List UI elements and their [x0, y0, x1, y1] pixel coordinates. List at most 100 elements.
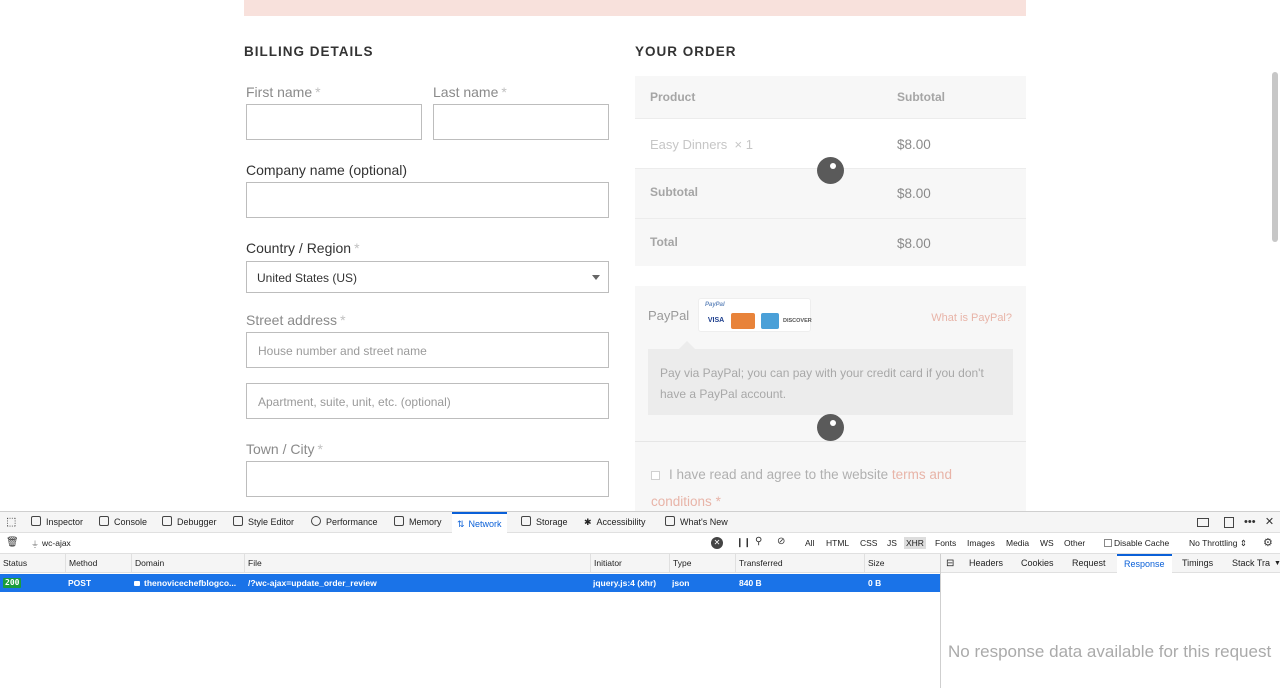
filter-type-ws[interactable]: WS — [1040, 538, 1054, 548]
tab-accessibility[interactable]: ✱ Accessibility — [584, 512, 646, 533]
request-type: json — [672, 578, 690, 588]
filter-type-other[interactable]: Other — [1064, 538, 1085, 548]
col-transferred[interactable]: Transferred — [735, 554, 783, 573]
table-row[interactable]: 200 POST thenovicechefblogco... /?wc-aja… — [0, 574, 940, 592]
filter-type-js[interactable]: JS — [887, 538, 897, 548]
what-is-paypal-link[interactable]: What is PayPal? — [931, 312, 1012, 324]
col-domain[interactable]: Domain — [131, 554, 164, 573]
request-method: POST — [68, 578, 92, 588]
tab-label: Style Editor — [248, 517, 295, 527]
order-item-name: Easy Dinners × 1 — [650, 137, 753, 152]
order-item-price: $8.00 — [897, 137, 931, 152]
col-product: Product — [650, 90, 696, 104]
company-input[interactable] — [246, 182, 609, 218]
filter-type-all[interactable]: All — [805, 538, 814, 548]
paypal-card-logos: PayPal VISA DISCOVER — [698, 298, 812, 332]
required-mark: * — [715, 494, 721, 509]
disable-cache-label: Disable Cache — [1114, 538, 1170, 548]
col-status[interactable]: Status — [0, 554, 27, 573]
accessibility-icon: ✱ — [584, 517, 592, 527]
terms-text: I have read and agree to the website — [669, 467, 889, 482]
last-name-input[interactable] — [433, 104, 609, 140]
search-icon[interactable]: ⚲ — [755, 536, 762, 547]
tab-whats-new[interactable]: What's New — [665, 512, 728, 533]
street-address-1-input[interactable]: House number and street name — [246, 332, 609, 368]
memory-icon — [394, 516, 404, 526]
trash-icon[interactable]: 🗑 — [6, 537, 19, 548]
filter-type-xhr[interactable]: XHR — [904, 537, 926, 549]
total-label: Total — [650, 235, 678, 249]
filter-input[interactable]: wc-ajax — [42, 538, 71, 548]
required-mark: * — [340, 312, 346, 328]
disable-cache-toggle[interactable]: Disable Cache — [1104, 538, 1169, 548]
street-address-2-input[interactable]: Apartment, suite, unit, etc. (optional) — [246, 383, 609, 419]
console-icon — [99, 516, 109, 526]
throttling-select[interactable]: No Throttling ⇕ — [1189, 538, 1247, 549]
request-file: /?wc-ajax=update_order_review — [248, 578, 377, 588]
dock-icon[interactable] — [1197, 518, 1209, 527]
col-initiator[interactable]: Initiator — [590, 554, 622, 573]
payment-box: PayPal PayPal VISA DISCOVER What is PayP… — [635, 286, 1026, 511]
request-transferred: 840 B — [739, 578, 762, 588]
filter-type-html[interactable]: HTML — [826, 538, 849, 548]
tab-network[interactable]: ⇅ Network — [452, 512, 507, 533]
filter-type-css[interactable]: CSS — [860, 538, 877, 548]
tab-style-editor[interactable]: Style Editor — [233, 512, 294, 533]
mastercard-icon — [731, 313, 755, 329]
disable-cache-checkbox[interactable] — [1104, 539, 1112, 547]
order-item-qty: × 1 — [734, 137, 753, 152]
discover-icon: DISCOVER — [783, 313, 812, 329]
order-total-row: Total $8.00 — [635, 218, 1026, 266]
paypal-method-label[interactable]: PayPal — [648, 308, 689, 323]
pause-icon[interactable]: ❙❙ — [736, 537, 751, 548]
tab-request[interactable]: Request — [1072, 554, 1106, 573]
col-subtotal: Subtotal — [897, 90, 945, 104]
request-domain: thenovicechefblogco... — [134, 574, 242, 592]
last-name-label-text: Last name — [433, 84, 499, 100]
element-picker-icon[interactable]: ⬚ — [6, 512, 16, 533]
tab-timings[interactable]: Timings — [1182, 554, 1213, 573]
first-name-input[interactable] — [246, 104, 422, 140]
tab-performance[interactable]: Performance — [311, 512, 378, 533]
no-response-message: No response data available for this requ… — [948, 642, 1272, 661]
loading-spinner-icon — [817, 157, 844, 184]
filter-type-fonts[interactable]: Fonts — [935, 538, 956, 548]
tab-console[interactable]: Console — [99, 512, 147, 533]
tab-label: Console — [114, 517, 148, 527]
first-name-label-text: First name — [246, 84, 313, 100]
toggle-sidebar-icon[interactable]: ⊟ — [946, 554, 954, 573]
terms-checkbox[interactable] — [651, 470, 660, 480]
total-value: $8.00 — [897, 236, 931, 251]
tab-cookies[interactable]: Cookies — [1021, 554, 1054, 573]
tab-label: Inspector — [46, 517, 84, 527]
tab-memory[interactable]: Memory — [394, 512, 442, 533]
gear-icon[interactable]: ⚙ — [1263, 536, 1273, 549]
block-icon[interactable]: ⊘ — [777, 536, 785, 547]
close-icon[interactable]: ✕ — [1264, 517, 1275, 528]
tab-response[interactable]: Response — [1117, 554, 1172, 573]
col-size[interactable]: Size — [864, 554, 885, 573]
col-file[interactable]: File — [244, 554, 262, 573]
country-select[interactable]: United States (US) — [246, 261, 609, 293]
filter-type-images[interactable]: Images — [967, 538, 995, 548]
country-select-value: United States (US) — [257, 271, 358, 285]
tab-debugger[interactable]: Debugger — [162, 512, 217, 533]
col-type[interactable]: Type — [669, 554, 691, 573]
tab-headers[interactable]: Headers — [969, 554, 1003, 573]
tab-storage[interactable]: Storage — [521, 512, 568, 533]
amex-icon — [761, 313, 779, 329]
request-initiator[interactable]: jquery.js:4 (xhr) — [593, 574, 656, 592]
city-input[interactable] — [246, 461, 609, 497]
tab-inspector[interactable]: Inspector — [31, 512, 83, 533]
col-method[interactable]: Method — [65, 554, 97, 573]
chevron-down-icon[interactable]: ▼ — [1274, 554, 1280, 573]
clear-filter-icon[interactable]: ✕ — [711, 537, 723, 549]
loading-spinner-icon — [817, 414, 844, 441]
request-domain-text: thenovicechefblogco... — [144, 578, 237, 588]
tab-stack-trace[interactable]: Stack Tra — [1232, 554, 1270, 573]
filter-type-media[interactable]: Media — [1006, 538, 1029, 548]
tab-label: Performance — [326, 517, 378, 527]
more-options-icon[interactable]: ••• — [1244, 517, 1256, 528]
responsive-mode-icon[interactable] — [1224, 517, 1234, 528]
page-scrollbar[interactable] — [1272, 72, 1278, 242]
